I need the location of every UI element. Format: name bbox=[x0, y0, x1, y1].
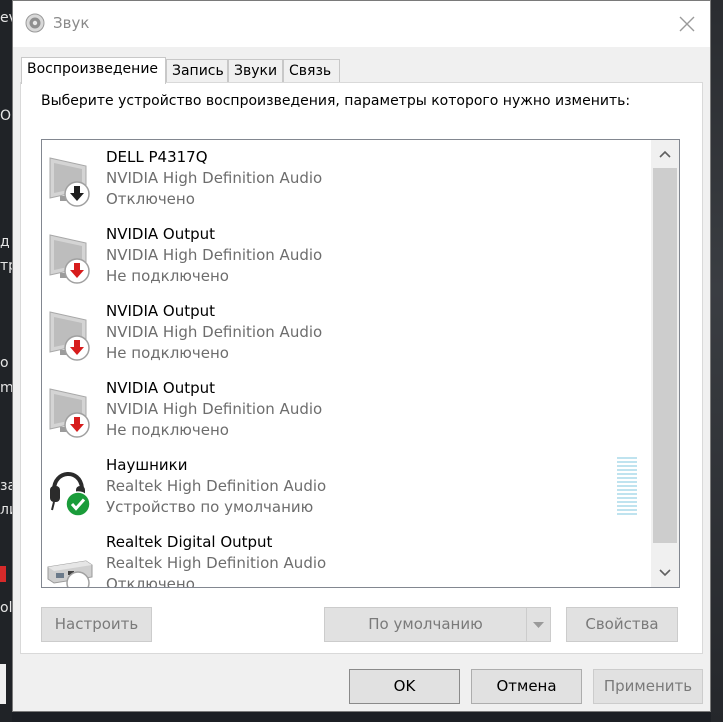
device-status: Не подключено bbox=[106, 344, 229, 362]
volume-level-meter bbox=[617, 457, 637, 517]
device-item[interactable]: DELL P4317Q NVIDIA High Definition Audio… bbox=[42, 140, 652, 217]
background-text-fragment: O bbox=[0, 108, 12, 124]
background-red-mark bbox=[0, 566, 6, 582]
digital-output-icon bbox=[47, 560, 93, 587]
configure-button[interactable]: Настроить bbox=[41, 607, 152, 642]
speaker-icon bbox=[25, 13, 45, 33]
instruction-text: Выберите устройство воспроизведения, пар… bbox=[41, 93, 631, 109]
device-driver: NVIDIA High Definition Audio bbox=[106, 323, 323, 341]
tab-recording[interactable]: Запись bbox=[166, 59, 228, 83]
device-item[interactable]: Realtek Digital Output Realtek High Defi… bbox=[42, 525, 652, 588]
device-driver: Realtek High Definition Audio bbox=[106, 554, 327, 572]
scroll-up-button[interactable] bbox=[651, 140, 679, 168]
device-status: Отключено bbox=[106, 575, 195, 588]
properties-button[interactable]: Свойства bbox=[566, 607, 678, 642]
chevron-down-icon bbox=[659, 569, 671, 577]
set-default-dropdown-button[interactable] bbox=[526, 607, 551, 642]
sound-dialog: Звук Воспроизведение Запись Звуки Связь … bbox=[12, 0, 711, 712]
background-text-fragment: ev bbox=[0, 10, 12, 26]
background-text-fragment: ol bbox=[0, 600, 12, 616]
monitor-unplugged-icon bbox=[49, 234, 90, 284]
device-status: Отключено bbox=[106, 190, 195, 208]
device-name: NVIDIA Output bbox=[106, 225, 216, 243]
device-item-default[interactable]: Наушники Realtek High Definition Audio У… bbox=[42, 448, 652, 525]
close-icon bbox=[679, 16, 695, 32]
tab-playback[interactable]: Воспроизведение bbox=[21, 57, 166, 84]
background-text-fragment: о bbox=[0, 355, 9, 371]
device-driver: NVIDIA High Definition Audio bbox=[106, 169, 323, 187]
background-text-fragment: тр bbox=[0, 258, 12, 274]
headphones-default-icon bbox=[50, 472, 91, 516]
tab-sounds[interactable]: Звуки bbox=[228, 59, 283, 83]
scroll-down-button[interactable] bbox=[651, 559, 679, 587]
monitor-unplugged-icon bbox=[49, 388, 90, 438]
background-text-fragment: за bbox=[0, 478, 12, 494]
window-title: Звук bbox=[53, 14, 90, 32]
device-item[interactable]: NVIDIA Output NVIDIA High Definition Aud… bbox=[42, 371, 652, 448]
ok-button[interactable]: OK bbox=[349, 669, 460, 704]
device-driver: Realtek High Definition Audio bbox=[106, 477, 327, 495]
background-right-edge bbox=[711, 0, 723, 722]
close-button[interactable] bbox=[674, 11, 700, 37]
device-status: Не подключено bbox=[106, 267, 229, 285]
device-item[interactable]: NVIDIA Output NVIDIA High Definition Aud… bbox=[42, 294, 652, 371]
device-item[interactable]: NVIDIA Output NVIDIA High Definition Aud… bbox=[42, 217, 652, 294]
playback-panel: Выберите устройство воспроизведения, пар… bbox=[20, 82, 703, 654]
device-name: NVIDIA Output bbox=[106, 379, 216, 397]
monitor-disabled-icon bbox=[49, 157, 90, 207]
background-text-fragment: m bbox=[0, 380, 12, 396]
apply-button[interactable]: Применить bbox=[593, 669, 703, 704]
device-name: DELL P4317Q bbox=[106, 148, 208, 166]
background-white-mark bbox=[0, 664, 6, 704]
background-text-fragment: д bbox=[0, 234, 10, 250]
tab-communications[interactable]: Связь bbox=[283, 59, 340, 83]
device-status: Устройство по умолчанию bbox=[106, 498, 314, 516]
background-text-fragment: ли bbox=[0, 502, 12, 518]
device-status: Не подключено bbox=[106, 421, 229, 439]
vertical-scrollbar[interactable] bbox=[651, 140, 679, 587]
monitor-unplugged-icon bbox=[49, 311, 90, 361]
chevron-up-icon bbox=[659, 150, 671, 158]
device-list[interactable]: DELL P4317Q NVIDIA High Definition Audio… bbox=[41, 139, 680, 588]
set-default-button[interactable]: По умолчанию bbox=[324, 607, 527, 642]
cancel-button[interactable]: Отмена bbox=[471, 669, 582, 704]
device-name: Наушники bbox=[106, 456, 188, 474]
chevron-down-icon bbox=[533, 622, 544, 628]
title-bar: Звук bbox=[13, 1, 710, 47]
device-name: NVIDIA Output bbox=[106, 302, 216, 320]
scroll-thumb[interactable] bbox=[653, 168, 677, 543]
device-driver: NVIDIA High Definition Audio bbox=[106, 400, 323, 418]
device-name: Realtek Digital Output bbox=[106, 533, 273, 551]
device-driver: NVIDIA High Definition Audio bbox=[106, 246, 323, 264]
